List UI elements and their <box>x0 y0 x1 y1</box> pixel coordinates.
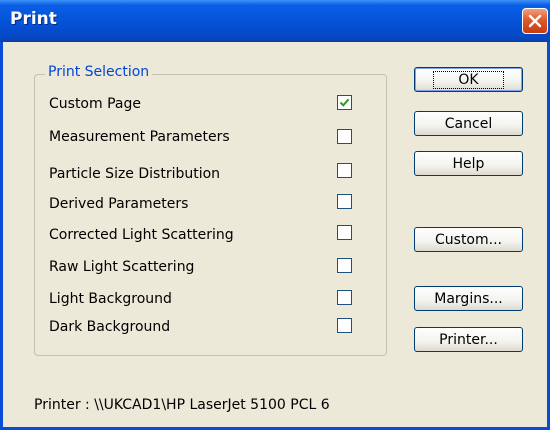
custom-page-label: Custom Page <box>49 96 141 112</box>
particle-size-distribution-checkbox[interactable] <box>337 163 352 178</box>
close-icon <box>528 14 542 28</box>
help-button[interactable]: Help <box>414 151 523 176</box>
ok-button[interactable]: OK <box>414 67 523 92</box>
corrected-light-scattering-checkbox[interactable] <box>337 225 352 240</box>
raw-light-scattering-checkbox[interactable] <box>337 258 352 273</box>
particle-size-distribution-label: Particle Size Distribution <box>49 166 221 182</box>
print-selection-group <box>34 74 387 356</box>
dark-background-label: Dark Background <box>49 319 171 335</box>
margins-button[interactable]: Margins... <box>414 286 523 311</box>
print-selection-legend: Print Selection <box>45 64 153 80</box>
light-background-checkbox[interactable] <box>337 290 352 305</box>
measurement-parameters-checkbox[interactable] <box>337 129 352 144</box>
window-title: Print <box>10 9 57 29</box>
light-background-label: Light Background <box>49 291 172 307</box>
custom-page-checkbox[interactable] <box>337 95 352 110</box>
custom-button[interactable]: Custom... <box>414 227 523 252</box>
title-bar[interactable]: Print <box>0 0 550 42</box>
derived-parameters-label: Derived Parameters <box>49 196 189 212</box>
derived-parameters-checkbox[interactable] <box>337 194 352 209</box>
ok-button-label: OK <box>433 70 504 89</box>
printer-button[interactable]: Printer... <box>414 327 523 352</box>
cancel-button[interactable]: Cancel <box>414 111 523 136</box>
measurement-parameters-label: Measurement Parameters <box>49 129 230 145</box>
checkmark-icon <box>339 98 350 107</box>
raw-light-scattering-label: Raw Light Scattering <box>49 259 195 275</box>
corrected-light-scattering-label: Corrected Light Scattering <box>49 227 234 243</box>
printer-status: Printer : \\UKCAD1\HP LaserJet 5100 PCL … <box>34 397 330 413</box>
close-button[interactable] <box>522 8 548 34</box>
dark-background-checkbox[interactable] <box>337 318 352 333</box>
